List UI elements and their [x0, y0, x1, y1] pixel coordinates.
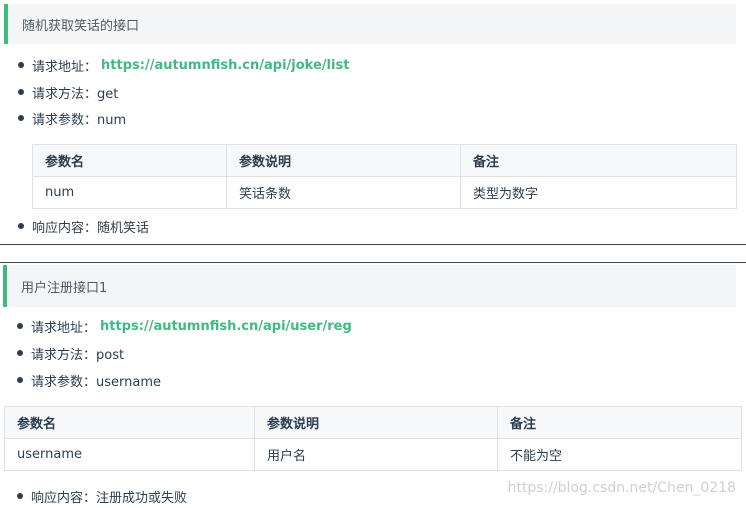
bullet-icon [18, 223, 24, 229]
list-item-params-2: 请求参数：username [17, 370, 161, 390]
bullet-icon [17, 493, 23, 499]
divider-rule-bottom [0, 262, 746, 263]
list-item-method-1: 请求方法：get [18, 82, 118, 102]
response-text-2: 响应内容：注册成功或失败 [31, 490, 188, 506]
params-text-1: 请求参数：num [32, 112, 127, 128]
params-table-2: 参数名 参数说明 备注 username 用户名 不能为空 [4, 406, 742, 471]
table-cell: num [32, 176, 227, 209]
params-table-1: 参数名 参数说明 备注 num 笑话条数 类型为数字 [32, 144, 737, 209]
list-item-response-2: 响应内容：注册成功或失败 [17, 486, 187, 506]
table-row: num 笑话条数 类型为数字 [32, 176, 737, 209]
tip-block-1: 随机获取笑话的接口 [4, 4, 736, 44]
api-link-1[interactable]: https://autumnfish.cn/api/joke/list [101, 58, 349, 73]
response-text-1: 响应内容：随机笑话 [32, 220, 150, 236]
table-cell: 笑话条数 [226, 176, 461, 209]
table-header-cell: 参数说明 [254, 406, 498, 439]
list-item-address-1: 请求地址： https://autumnfish.cn/api/joke/lis… [18, 55, 349, 75]
address-label-2: 请求地址： [31, 320, 97, 336]
table-header-row: 参数名 参数说明 备注 [4, 406, 742, 439]
method-text-2: 请求方法：post [31, 347, 125, 363]
method-text-1: 请求方法：get [32, 86, 119, 102]
divider-rule-top [0, 244, 746, 245]
list-item-params-1: 请求参数：num [18, 108, 126, 128]
list-item-method-2: 请求方法：post [17, 343, 124, 363]
table-row: username 用户名 不能为空 [4, 438, 742, 471]
table-header-cell: 备注 [497, 406, 742, 439]
section-title-2: 用户注册接口1 [21, 280, 108, 296]
table-cell: 用户名 [254, 438, 498, 471]
address-label-1: 请求地址： [32, 59, 98, 75]
table-header-cell: 参数说明 [226, 144, 461, 177]
table-cell: 类型为数字 [460, 176, 737, 209]
table-header-cell: 参数名 [32, 144, 227, 177]
table-header-row: 参数名 参数说明 备注 [32, 144, 737, 177]
bullet-icon [17, 350, 23, 356]
watermark: https://blog.csdn.net/Chen_0218 [507, 480, 736, 496]
table-cell: 不能为空 [497, 438, 742, 471]
bullet-icon [17, 323, 23, 329]
bullet-icon [18, 62, 24, 68]
table-header-cell: 参数名 [4, 406, 255, 439]
table-cell: username [4, 438, 255, 471]
section-title-1: 随机获取笑话的接口 [22, 18, 140, 34]
bullet-icon [18, 89, 24, 95]
list-item-address-2: 请求地址： https://autumnfish.cn/api/user/reg [17, 316, 352, 336]
params-text-2: 请求参数：username [31, 374, 161, 390]
tip-block-2: 用户注册接口1 [3, 265, 736, 307]
bullet-icon [17, 377, 23, 383]
bullet-icon [18, 115, 24, 121]
api-link-2[interactable]: https://autumnfish.cn/api/user/reg [100, 319, 352, 334]
list-item-response-1: 响应内容：随机笑话 [18, 216, 149, 236]
table-header-cell: 备注 [460, 144, 737, 177]
